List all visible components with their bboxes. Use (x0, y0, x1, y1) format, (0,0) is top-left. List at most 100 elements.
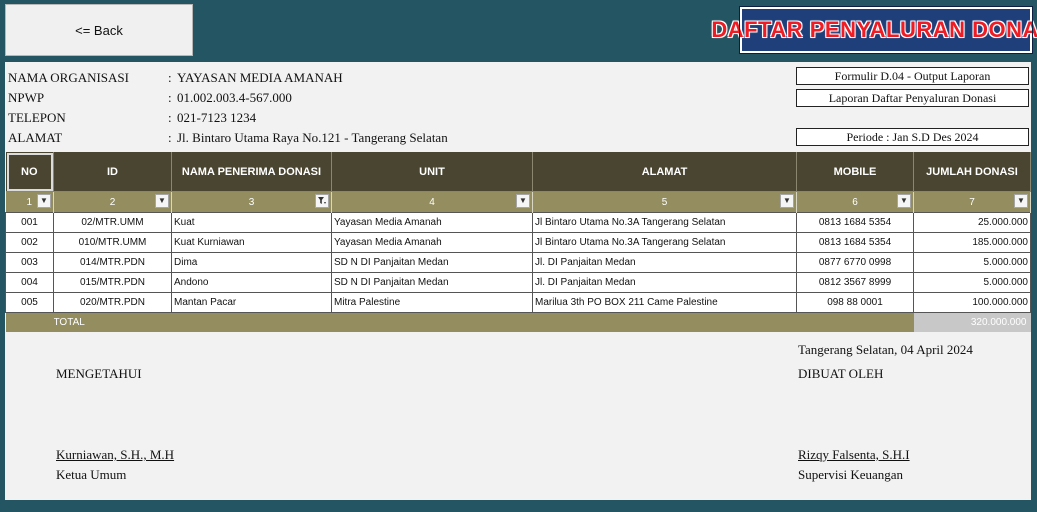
total-row: TOTAL 320.000.000 (5, 312, 1031, 332)
phone-value: 021-7123 1234 (177, 110, 257, 125)
cell-mobile[interactable]: 0877 6770 0998 (796, 252, 914, 273)
cell-address[interactable]: Jl Bintaro Utama No.3A Tangerang Selatan (532, 232, 797, 253)
approver-name: Kurniawan, S.H., M.H (56, 447, 175, 462)
dropdown-arrow-icon[interactable]: ▼ (37, 194, 51, 208)
filter-cell-amount: 7 ▼ (913, 191, 1031, 213)
donation-table: NO ID NAMA PENERIMA DONASI UNIT ALAMAT M… (5, 152, 1031, 332)
npwp-label: NPWP (8, 90, 45, 105)
separator: : (168, 70, 172, 85)
report-period: Periode : Jan S.D Des 2024 (796, 128, 1029, 146)
phone-label: TELEPON (8, 110, 66, 125)
cell-recipient[interactable]: Mantan Pacar (171, 292, 332, 313)
col-header-no[interactable]: NO (5, 152, 54, 192)
filter-cell-no: 1 ▼ (5, 191, 54, 213)
creator-role: Supervisi Keuangan (798, 467, 904, 482)
total-value[interactable]: 320.000.000 (913, 312, 1031, 332)
cell-id[interactable]: 014/MTR.PDN (53, 252, 172, 273)
cell-no[interactable]: 001 (5, 212, 54, 233)
total-label: TOTAL (53, 312, 914, 332)
form-title: Laporan Daftar Penyaluran Donasi (796, 89, 1029, 107)
dropdown-arrow-icon[interactable]: ▼ (516, 194, 530, 208)
report-title-banner: DAFTAR PENYALURAN DONASI (711, 6, 1037, 54)
cell-recipient[interactable]: Dima (171, 252, 332, 273)
cell-no[interactable]: 003 (5, 252, 54, 273)
cell-unit[interactable]: Yayasan Media Amanah (331, 212, 533, 233)
cell-address[interactable]: Marilua 3th PO BOX 211 Came Palestine (532, 292, 797, 313)
filter-active-icon[interactable] (315, 194, 329, 208)
filter-index: 2 (109, 196, 116, 208)
creator-title: DIBUAT OLEH (798, 366, 884, 381)
address-value: Jl. Bintaro Utama Raya No.121 - Tangeran… (177, 130, 448, 145)
dropdown-arrow-icon[interactable]: ▼ (1014, 194, 1028, 208)
org-name-label: NAMA ORGANISASI (8, 70, 129, 85)
cell-no[interactable]: 005 (5, 292, 54, 313)
col-header-mobile[interactable]: MOBILE (796, 152, 914, 192)
filter-row: 1 ▼ 2 ▼ 3 4 ▼ 5 ▼ 6 ▼ 7 ▼ (5, 191, 1031, 213)
cell-id[interactable]: 015/MTR.PDN (53, 272, 172, 293)
cell-mobile[interactable]: 098 88 0001 (796, 292, 914, 313)
dropdown-arrow-icon[interactable]: ▼ (780, 194, 794, 208)
address-label: ALAMAT (8, 130, 63, 145)
dropdown-arrow-icon[interactable]: ▼ (897, 194, 911, 208)
table-row: 005 020/MTR.PDN Mantan Pacar Mitra Pales… (5, 292, 1031, 313)
cell-mobile[interactable]: 0813 1684 5354 (796, 232, 914, 253)
cell-address[interactable]: Jl. DI Panjaitan Medan (532, 252, 797, 273)
cell-id[interactable]: 02/MTR.UMM (53, 212, 172, 233)
filter-cell-mobile: 6 ▼ (796, 191, 914, 213)
back-button[interactable]: <= Back (5, 4, 193, 56)
cell-amount[interactable]: 100.000.000 (913, 292, 1031, 313)
cell-recipient[interactable]: Kuat (171, 212, 332, 233)
report-sheet: NAMA ORGANISASI : YAYASAN MEDIA AMANAH N… (5, 62, 1031, 500)
filter-index: 5 (661, 196, 668, 208)
approver-role: Ketua Umum (56, 467, 127, 482)
banner-title: DAFTAR PENYALURAN DONASI (711, 17, 1037, 42)
separator: : (168, 130, 172, 145)
cell-amount[interactable]: 25.000.000 (913, 212, 1031, 233)
table-row: 001 02/MTR.UMM Kuat Yayasan Media Amanah… (5, 212, 1031, 233)
cell-recipient[interactable]: Kuat Kurniawan (171, 232, 332, 253)
cell-mobile[interactable]: 0812 3567 8999 (796, 272, 914, 293)
approver-title: MENGETAHUI (56, 366, 142, 381)
cell-id[interactable]: 010/MTR.UMM (53, 232, 172, 253)
cell-amount[interactable]: 185.000.000 (913, 232, 1031, 253)
filter-index: 3 (248, 196, 255, 208)
filter-cell-unit: 4 ▼ (331, 191, 533, 213)
creator-name: Rizqy Falsenta, S.H.I (798, 447, 910, 462)
cell-amount[interactable]: 5.000.000 (913, 272, 1031, 293)
table-row: 003 014/MTR.PDN Dima SD N DI Panjaitan M… (5, 252, 1031, 273)
cell-unit[interactable]: SD N DI Panjaitan Medan (331, 252, 533, 273)
table-row: 002 010/MTR.UMM Kuat Kurniawan Yayasan M… (5, 232, 1031, 253)
cell-unit[interactable]: Yayasan Media Amanah (331, 232, 533, 253)
col-header-address[interactable]: ALAMAT (532, 152, 797, 192)
sign-place-date: Tangerang Selatan, 04 April 2024 (798, 342, 973, 357)
col-header-unit[interactable]: UNIT (331, 152, 533, 192)
cell-no[interactable]: 004 (5, 272, 54, 293)
header-row: NO ID NAMA PENERIMA DONASI UNIT ALAMAT M… (5, 152, 1031, 192)
filter-index: 6 (852, 196, 858, 208)
cell-recipient[interactable]: Andono (171, 272, 332, 293)
cell-address[interactable]: Jl. DI Panjaitan Medan (532, 272, 797, 293)
filter-cell-id: 2 ▼ (53, 191, 172, 213)
cell-id[interactable]: 020/MTR.PDN (53, 292, 172, 313)
cell-address[interactable]: Jl Bintaro Utama No.3A Tangerang Selatan (532, 212, 797, 233)
separator: : (168, 110, 172, 125)
col-header-amount[interactable]: JUMLAH DONASI (913, 152, 1031, 192)
filter-index: 7 (969, 196, 975, 208)
cell-unit[interactable]: SD N DI Panjaitan Medan (331, 272, 533, 293)
separator: : (168, 90, 172, 105)
table-row: 004 015/MTR.PDN Andono SD N DI Panjaitan… (5, 272, 1031, 293)
form-code: Formulir D.04 - Output Laporan (796, 67, 1029, 85)
filter-cell-recipient: 3 (171, 191, 332, 213)
filter-cell-address: 5 ▼ (532, 191, 797, 213)
npwp-value: 01.002.003.4-567.000 (177, 90, 292, 105)
cell-amount[interactable]: 5.000.000 (913, 252, 1031, 273)
dropdown-arrow-icon[interactable]: ▼ (155, 194, 169, 208)
org-name-value: YAYASAN MEDIA AMANAH (177, 70, 343, 85)
cell-unit[interactable]: Mitra Palestine (331, 292, 533, 313)
cell-mobile[interactable]: 0813 1684 5354 (796, 212, 914, 233)
filter-index: 4 (429, 196, 435, 208)
col-header-id[interactable]: ID (53, 152, 172, 192)
col-header-recipient[interactable]: NAMA PENERIMA DONASI (171, 152, 332, 192)
cell-no[interactable]: 002 (5, 232, 54, 253)
filter-index: 1 (26, 196, 33, 208)
